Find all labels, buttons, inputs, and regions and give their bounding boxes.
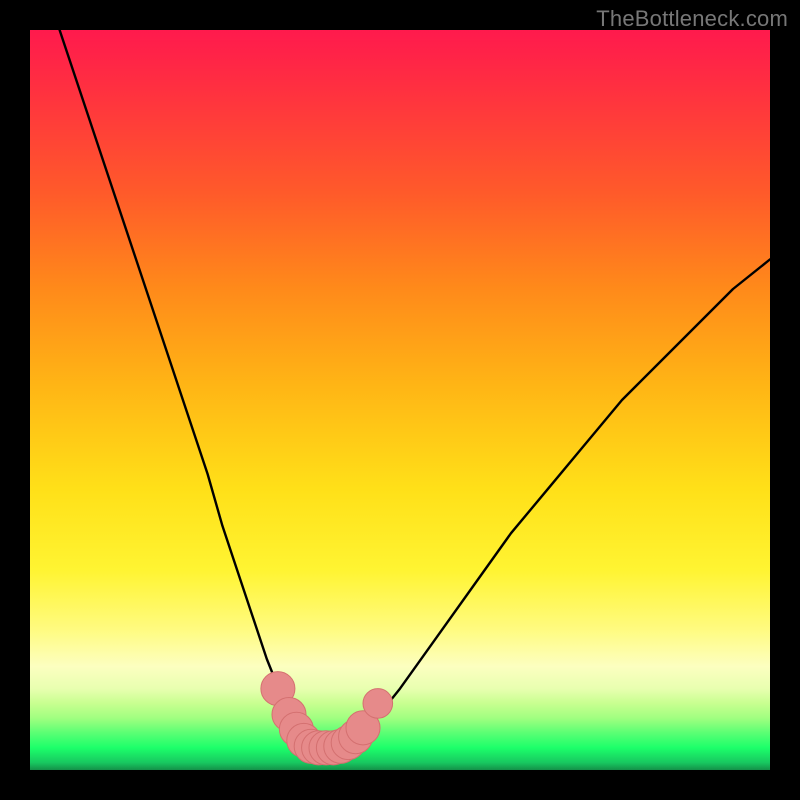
chart-frame: TheBottleneck.com	[0, 0, 800, 800]
marker-layer	[261, 672, 393, 765]
marker-point	[363, 689, 393, 719]
curve-layer	[60, 30, 770, 748]
watermark-text: TheBottleneck.com	[596, 6, 788, 32]
curve-left	[60, 30, 312, 748]
chart-svg	[30, 30, 770, 770]
plot-area	[30, 30, 770, 770]
curve-right	[341, 259, 770, 747]
